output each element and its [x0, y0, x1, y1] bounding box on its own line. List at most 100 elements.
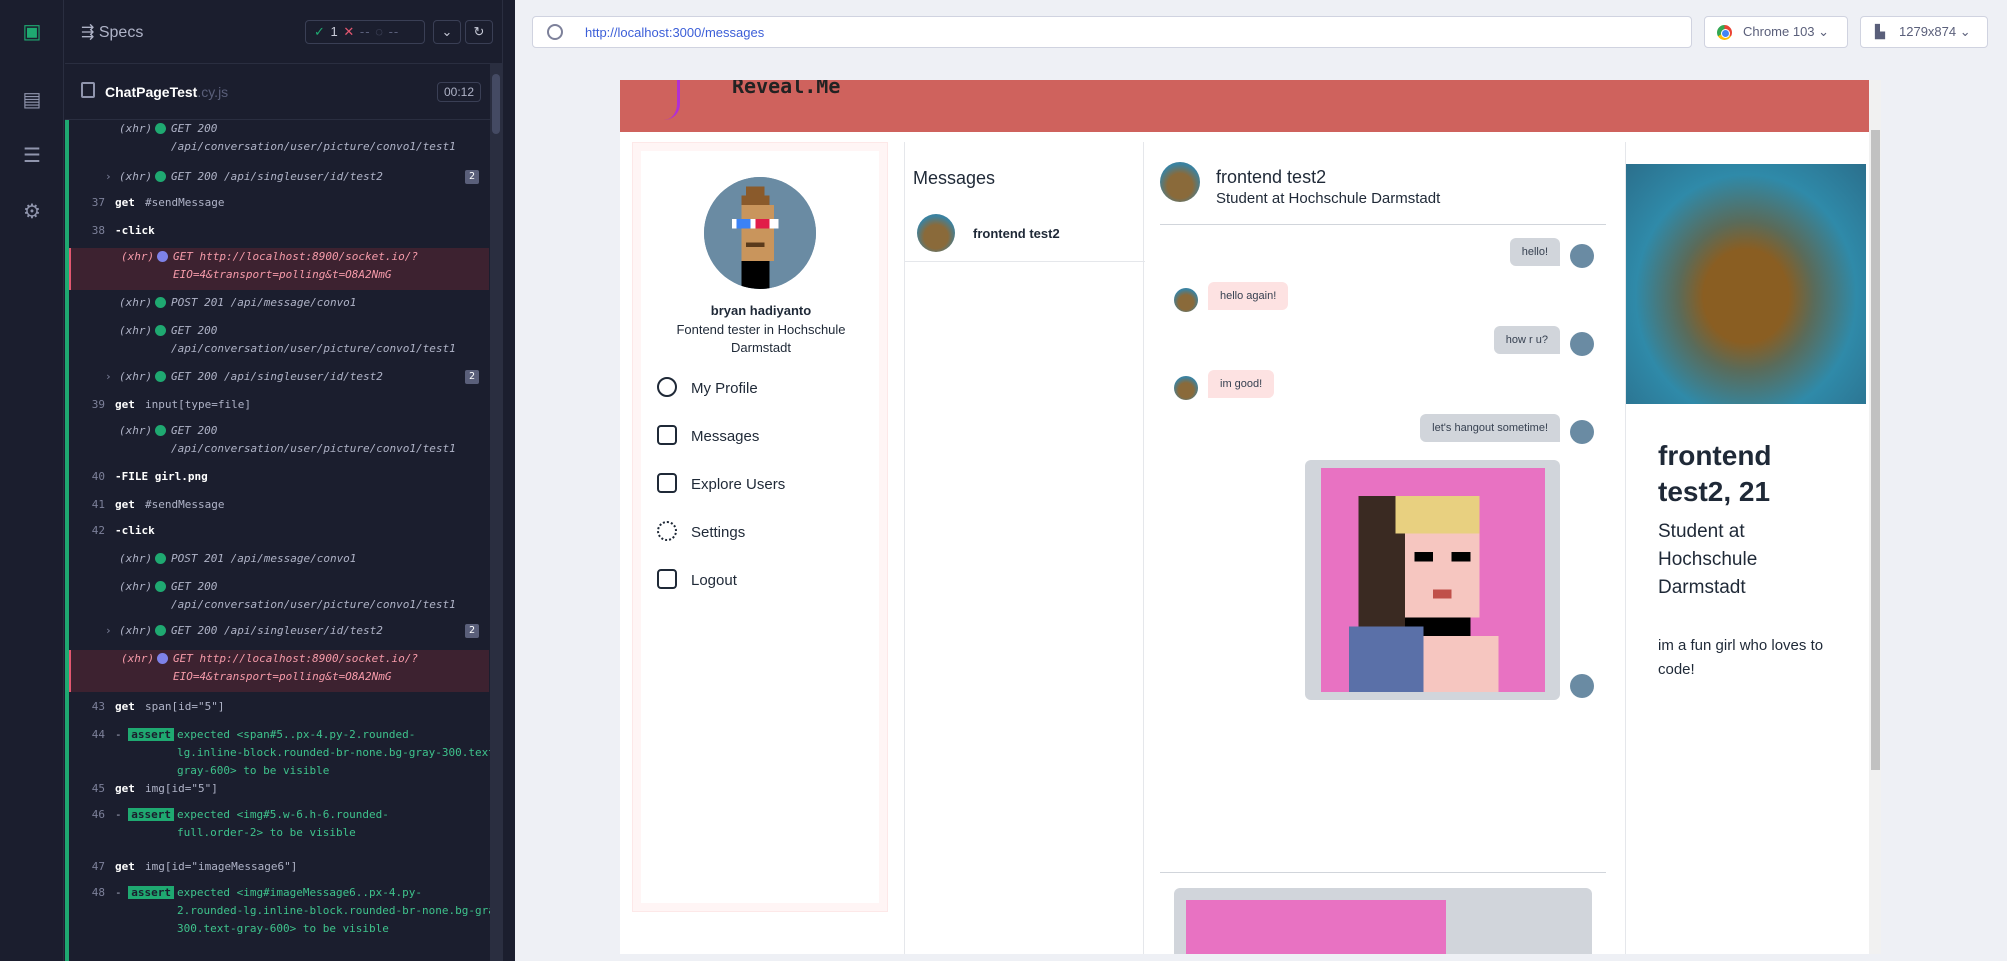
brand-name[interactable]: Reveal.Me: [732, 80, 840, 98]
brand-logo-icon: [660, 80, 680, 120]
partner-avatar: [1174, 376, 1198, 400]
command-message: GET 200 /api/conversation/user/picture/c…: [171, 580, 456, 611]
app-scrollbar[interactable]: [1869, 80, 1881, 954]
command-log-entry[interactable]: 48 - assert expected <img#imageMessage6..p…: [69, 884, 503, 938]
specs-nav-icon[interactable]: ▤: [20, 88, 44, 112]
command-log-entry[interactable]: 37 get #sendMessage: [69, 194, 489, 218]
command-message: GET 200 /api/conversation/user/picture/c…: [171, 424, 456, 455]
specs-toggle[interactable]: ⇶ Specs: [81, 22, 143, 42]
image-message[interactable]: [1305, 460, 1560, 700]
command-name: get: [115, 498, 135, 511]
assert-badge: - assert: [115, 806, 174, 824]
settings-gear-icon[interactable]: ⚙: [20, 200, 44, 224]
xhr-label: (xhr): [119, 580, 153, 593]
nav-logout[interactable]: Logout: [657, 569, 737, 597]
gear-icon: [657, 521, 677, 541]
command-log-entry[interactable]: (xhr) GET http://localhost:8900/socket.io…: [69, 650, 489, 692]
command-log-entry[interactable]: (xhr) GET 200 /api/conversation/user/pict…: [69, 322, 489, 358]
command-name: get: [115, 398, 135, 411]
my-avatar: [1570, 420, 1594, 444]
command-log-entry[interactable]: (xhr) POST 201 /api/message/convo1: [69, 550, 489, 574]
runs-nav-icon[interactable]: ☰: [20, 144, 44, 168]
command-log-entry[interactable]: (xhr) POST 201 /api/message/convo1: [69, 294, 489, 318]
command-log-entry[interactable]: (xhr) GET 200 /api/conversation/user/pict…: [69, 578, 489, 614]
reporter-scrollbar[interactable]: [490, 64, 502, 961]
nav-messages[interactable]: Messages: [657, 425, 759, 453]
passed-count: 1: [330, 24, 339, 39]
image-message[interactable]: [1174, 888, 1592, 954]
spec-duration: 00:12: [436, 82, 481, 102]
command-name: get: [115, 700, 135, 713]
chevron-right-icon[interactable]: ›: [105, 168, 112, 186]
cypress-logo-icon[interactable]: ▣: [20, 20, 44, 44]
command-number: 40: [91, 470, 105, 483]
command-log-entry[interactable]: 46 - assert expected <img#5.w-6.h-6.rounde…: [69, 806, 489, 842]
status-dot-icon: [157, 251, 168, 262]
command-log-entry[interactable]: 41 get #sendMessage: [69, 496, 489, 520]
command-log-entry[interactable]: (xhr) GET 200 /api/singleuser/id/test2 2 ›: [69, 168, 489, 192]
command-message: span[id="5"]: [145, 700, 225, 713]
count-badge: 2: [465, 624, 479, 638]
command-log-entry[interactable]: 38 -click: [69, 222, 489, 246]
count-badge: 2: [465, 370, 479, 384]
message-bubble: hello!: [1509, 238, 1560, 266]
command-number: 46: [91, 808, 105, 821]
pixel-image-preview: [1186, 900, 1446, 954]
map-icon: [657, 473, 677, 493]
command-log-entry[interactable]: 40 -FILE girl.png: [69, 468, 489, 492]
nav-my-profile[interactable]: My Profile: [657, 377, 758, 405]
command-log-entry[interactable]: (xhr) GET 200 /api/singleuser/id/test2 2 ›: [69, 622, 489, 646]
command-message: img[id="imageMessage6"]: [145, 860, 298, 873]
command-message: GET http://localhost:8900/socket.io/? EI…: [173, 652, 419, 683]
message-bubble: hello again!: [1208, 282, 1289, 310]
nav-settings[interactable]: Settings: [657, 521, 745, 549]
messages-heading: Messages: [913, 168, 996, 188]
command-message: GET 200 /api/singleuser/id/test2: [171, 624, 383, 637]
message-bubble: how r u?: [1493, 326, 1560, 354]
browser-selector[interactable]: Chrome 103 ⌄: [1704, 16, 1848, 48]
chevron-right-icon[interactable]: ›: [105, 622, 112, 640]
command-log-entry[interactable]: 43 get span[id="5"]: [69, 698, 489, 722]
command-number: 38: [91, 224, 105, 237]
command-name: -click: [115, 224, 155, 237]
status-dot-icon: [155, 553, 166, 564]
reporter-header: ⇶ Specs ✓ 1 ✕ -- ◌ -- ⌄ ↻: [65, 0, 503, 64]
command-number: 48: [91, 886, 105, 899]
pending-icon: ◌: [375, 24, 384, 39]
app-header: Reveal.Me: [620, 80, 1880, 132]
profile-bio: im a fun girl who loves to code!: [1658, 637, 1824, 678]
command-log-entry[interactable]: 45 get img[id="5"]: [69, 780, 489, 804]
command-log-entry[interactable]: (xhr) GET 200 /api/conversation/user/pict…: [69, 422, 489, 458]
chevron-right-icon[interactable]: ›: [105, 368, 112, 386]
failed-count: --: [359, 24, 371, 39]
status-dot-icon: [155, 581, 166, 592]
command-number: 43: [91, 700, 105, 713]
icon-rail: ▣ ▤ ☰ ⚙: [0, 0, 64, 961]
nav-explore-users[interactable]: Explore Users: [657, 473, 785, 501]
rerun-icon[interactable]: ↻: [465, 20, 493, 44]
browser-name: Chrome 103: [1743, 24, 1815, 39]
command-log: (xhr) GET 200 /api/conversation/user/pict…: [65, 120, 503, 961]
url-text: http://localhost:3000/messages: [585, 25, 765, 40]
command-log-entry[interactable]: 47 get img[id="imageMessage6"]: [69, 858, 489, 882]
conversation-list: Messages frontend test2: [904, 142, 1145, 954]
conversation-item[interactable]: frontend test2: [905, 204, 1145, 262]
command-log-entry[interactable]: (xhr) GET 200 /api/conversation/user/pict…: [69, 120, 489, 156]
specs-icon: ⇶: [81, 24, 99, 41]
url-bar[interactable]: http://localhost:3000/messages: [532, 16, 1692, 48]
chevron-down-icon[interactable]: ⌄: [433, 20, 461, 44]
my-avatar: [1570, 674, 1594, 698]
crosshair-icon[interactable]: [547, 24, 563, 40]
command-message: GET 200 /api/singleuser/id/test2: [171, 170, 383, 183]
command-log-entry[interactable]: (xhr) GET http://localhost:8900/socket.io…: [69, 248, 489, 290]
command-log-entry[interactable]: (xhr) GET 200 /api/singleuser/id/test2 2 ›: [69, 368, 489, 392]
command-log-entry[interactable]: 39 get input[type=file]: [69, 396, 489, 420]
xhr-label: (xhr): [121, 652, 155, 665]
message-bubble: let's hangout sometime!: [1420, 414, 1560, 442]
command-log-entry[interactable]: 42 -click: [69, 522, 489, 546]
command-log-entry[interactable]: 44 - assert expected <span#5..px-4.py-2.ro…: [69, 726, 502, 777]
command-message: #sendMessage: [145, 196, 225, 209]
user-circle-icon: [657, 377, 677, 397]
viewport-selector[interactable]: ▙ 1279x874 ⌄: [1860, 16, 1988, 48]
my-avatar: [1570, 332, 1594, 356]
